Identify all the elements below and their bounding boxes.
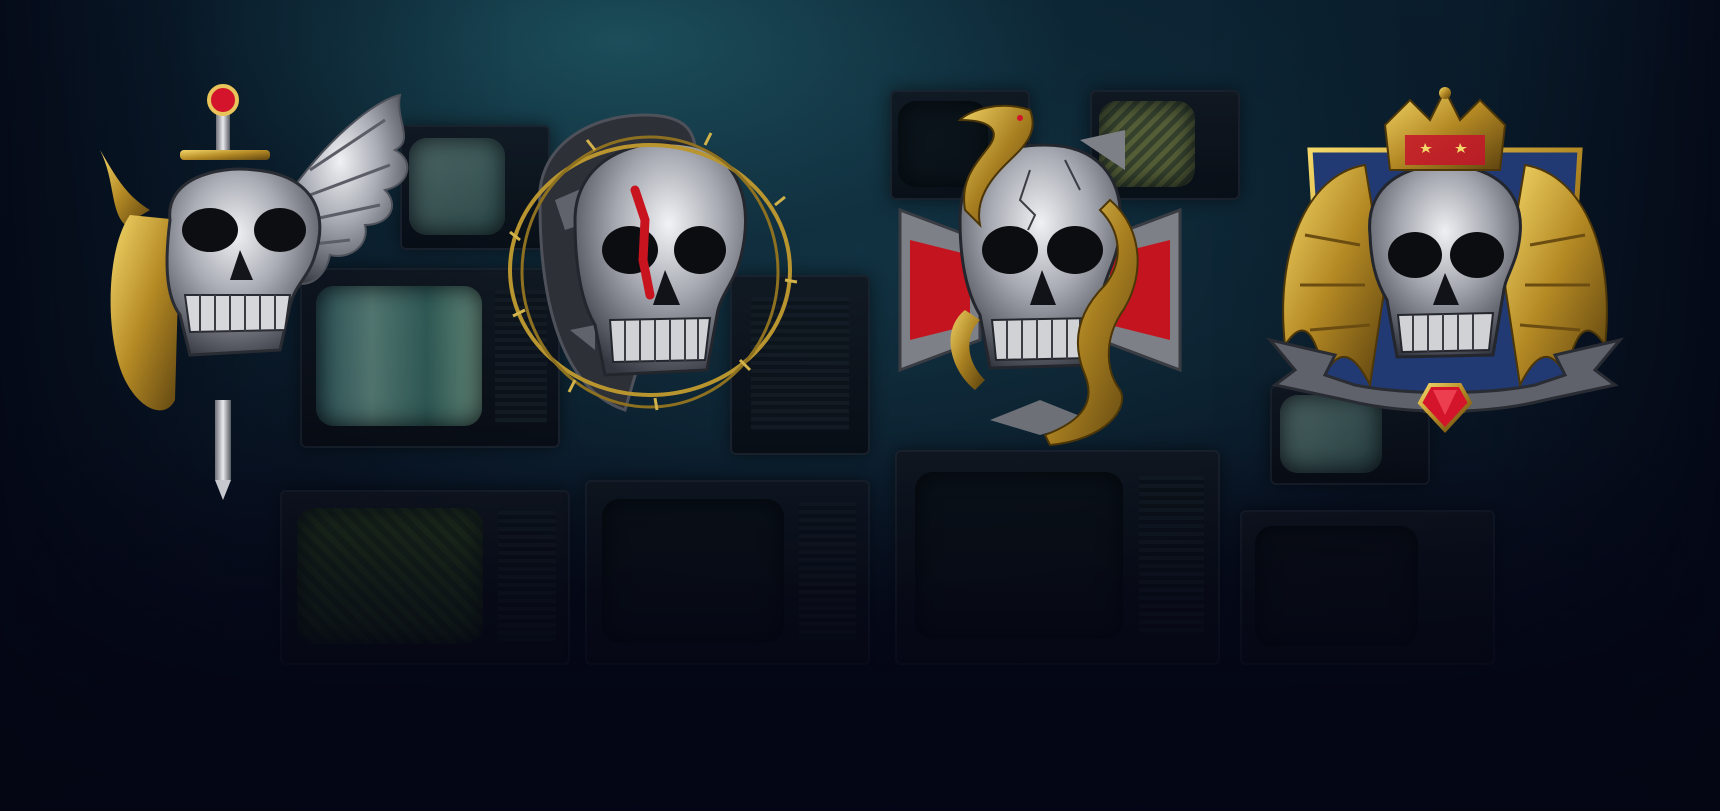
skull-dragon-cross-emblem[interactable] bbox=[880, 90, 1200, 485]
skull-icon bbox=[1368, 163, 1522, 359]
ruby-gem-icon bbox=[1417, 383, 1473, 433]
skull-crown-wings-emblem[interactable] bbox=[1265, 85, 1625, 480]
skull-icon bbox=[573, 141, 748, 377]
emblem-showcase bbox=[0, 0, 1720, 811]
skull-barbed-wire-emblem[interactable] bbox=[495, 110, 805, 440]
crown-icon bbox=[1383, 87, 1507, 171]
skull-icon bbox=[165, 167, 322, 357]
skull-dagger-wing-emblem[interactable] bbox=[95, 80, 440, 500]
